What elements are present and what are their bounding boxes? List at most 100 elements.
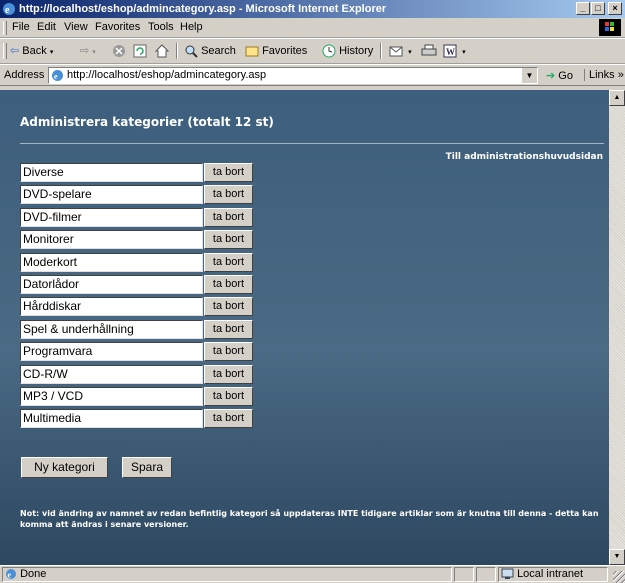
back-button[interactable]: ⇦ Back ▾ xyxy=(10,43,53,59)
refresh-button[interactable] xyxy=(133,43,147,59)
standard-toolbar: ⇦ Back ▾ ⇨ ▾ Search Favorites History ▾ … xyxy=(0,38,625,64)
delete-category-button[interactable]: ta bort xyxy=(204,275,253,294)
minimize-button[interactable]: _ xyxy=(576,2,590,15)
address-url: http://localhost/eshop/admincategory.asp xyxy=(67,69,267,81)
save-button[interactable]: Spara xyxy=(122,457,172,478)
address-label: Address xyxy=(4,69,45,81)
local-intranet-icon xyxy=(501,568,514,580)
resize-grip-icon[interactable] xyxy=(613,571,625,583)
menu-file[interactable]: File xyxy=(12,21,30,33)
favorites-button[interactable]: Favorites xyxy=(245,43,307,59)
category-name-input[interactable]: Multimedia xyxy=(20,409,203,428)
mail-icon xyxy=(389,46,403,57)
status-pane-blank xyxy=(454,567,474,582)
toolbar-separator xyxy=(176,43,178,59)
forward-arrow-icon: ⇨ xyxy=(80,45,90,57)
search-label: Search xyxy=(201,45,236,57)
internet-explorer-icon: e xyxy=(3,3,15,16)
delete-category-button[interactable]: ta bort xyxy=(204,320,253,339)
delete-category-button[interactable]: ta bort xyxy=(204,365,253,384)
status-pane-blank xyxy=(476,567,496,582)
go-button[interactable]: ➔ Go xyxy=(546,69,573,82)
history-label: History xyxy=(339,45,374,57)
category-row: Spel & underhållning ta bort xyxy=(20,320,253,339)
go-arrow-icon: ➔ xyxy=(546,70,556,82)
category-name-input[interactable]: Programvara xyxy=(20,342,203,361)
category-row: Moderkort ta bort xyxy=(20,253,253,272)
close-button[interactable]: × xyxy=(608,2,622,15)
page-icon: e xyxy=(52,70,63,81)
delete-category-button[interactable]: ta bort xyxy=(204,387,253,406)
forward-button[interactable]: ⇨ ▾ xyxy=(80,43,96,59)
page-content: Administrera kategorier (totalt 12 st) T… xyxy=(0,90,609,565)
category-row: CD-R/W ta bort xyxy=(20,365,253,384)
status-main-pane: e Done xyxy=(2,567,452,582)
delete-category-button[interactable]: ta bort xyxy=(204,253,253,272)
go-label: Go xyxy=(558,70,573,82)
category-name-input[interactable]: Datorlådor xyxy=(20,275,203,294)
menu-view-label: View xyxy=(64,21,88,33)
admin-home-link[interactable]: Till administrationshuvudsidan xyxy=(446,152,603,162)
delete-category-button[interactable]: ta bort xyxy=(204,163,253,182)
zone-text: Local intranet xyxy=(517,568,584,580)
menu-favorites-label: Favorites xyxy=(95,21,141,33)
category-row: Diverse ta bort xyxy=(20,163,253,182)
chevron-down-icon: ▾ xyxy=(462,49,466,56)
menu-grip xyxy=(3,21,7,35)
category-row: Programvara ta bort xyxy=(20,342,253,361)
menu-tools-label: Tools xyxy=(148,21,174,33)
print-button[interactable] xyxy=(421,43,437,59)
menu-tools[interactable]: Tools xyxy=(148,21,174,33)
links-button[interactable]: Links » xyxy=(584,69,624,81)
mail-button[interactable]: ▾ xyxy=(389,43,412,59)
menu-favorites[interactable]: Favorites xyxy=(95,21,140,33)
scroll-down-button[interactable]: ▼ xyxy=(609,549,625,565)
delete-category-button[interactable]: ta bort xyxy=(204,297,253,316)
address-dropdown-button[interactable]: ▼ xyxy=(521,68,537,83)
history-button[interactable]: History xyxy=(322,43,373,59)
stop-button[interactable] xyxy=(112,43,126,59)
svg-text:e: e xyxy=(54,72,58,81)
home-button[interactable] xyxy=(154,43,170,59)
category-name-input[interactable]: Moderkort xyxy=(20,253,203,272)
delete-category-button[interactable]: ta bort xyxy=(204,208,253,227)
category-name-input[interactable]: Spel & underhållning xyxy=(20,320,203,339)
category-row: MP3 / VCD ta bort xyxy=(20,387,253,406)
note-text: Not: vid ändring av namnet av redan befi… xyxy=(20,509,599,529)
svg-text:e: e xyxy=(5,5,10,16)
chevron-down-icon: ▾ xyxy=(49,49,54,56)
search-button[interactable]: Search xyxy=(184,43,236,59)
vertical-scrollbar[interactable]: ▲ ▼ xyxy=(609,90,625,565)
menu-edit-label: Edit xyxy=(37,21,56,33)
status-zone-pane: Local intranet xyxy=(498,567,608,582)
delete-category-button[interactable]: ta bort xyxy=(204,185,253,204)
category-name-input[interactable]: DVD-filmer xyxy=(20,208,203,227)
svg-text:e: e xyxy=(8,571,12,580)
stop-icon xyxy=(113,45,125,58)
category-name-input[interactable]: MP3 / VCD xyxy=(20,387,203,406)
word-edit-icon: W xyxy=(443,44,457,58)
address-input[interactable]: e http://localhost/eshop/admincategory.a… xyxy=(48,67,538,84)
category-name-input[interactable]: DVD-spelare xyxy=(20,185,203,204)
scroll-up-button[interactable]: ▲ xyxy=(609,90,625,106)
category-row: Hårddiskar ta bort xyxy=(20,297,253,316)
category-name-input[interactable]: Diverse xyxy=(20,163,203,182)
refresh-icon xyxy=(133,44,147,58)
delete-category-button[interactable]: ta bort xyxy=(204,409,253,428)
svg-text:W: W xyxy=(446,47,455,57)
delete-category-button[interactable]: ta bort xyxy=(204,230,253,249)
category-name-input[interactable]: Monitorer xyxy=(20,230,203,249)
menu-edit[interactable]: Edit xyxy=(37,21,56,33)
delete-category-button[interactable]: ta bort xyxy=(204,342,253,361)
history-icon xyxy=(322,44,336,58)
new-category-button[interactable]: Ny kategori xyxy=(21,457,108,478)
favorites-label: Favorites xyxy=(262,45,308,57)
category-name-input[interactable]: CD-R/W xyxy=(20,365,203,384)
back-arrow-icon: ⇦ xyxy=(10,45,20,57)
chevron-down-icon: ▾ xyxy=(408,49,412,56)
menu-view[interactable]: View xyxy=(64,21,88,33)
maximize-button[interactable]: □ xyxy=(591,2,605,15)
edit-button[interactable]: W ▾ xyxy=(443,43,466,59)
category-name-input[interactable]: Hårddiskar xyxy=(20,297,203,316)
menu-help[interactable]: Help xyxy=(180,21,203,33)
